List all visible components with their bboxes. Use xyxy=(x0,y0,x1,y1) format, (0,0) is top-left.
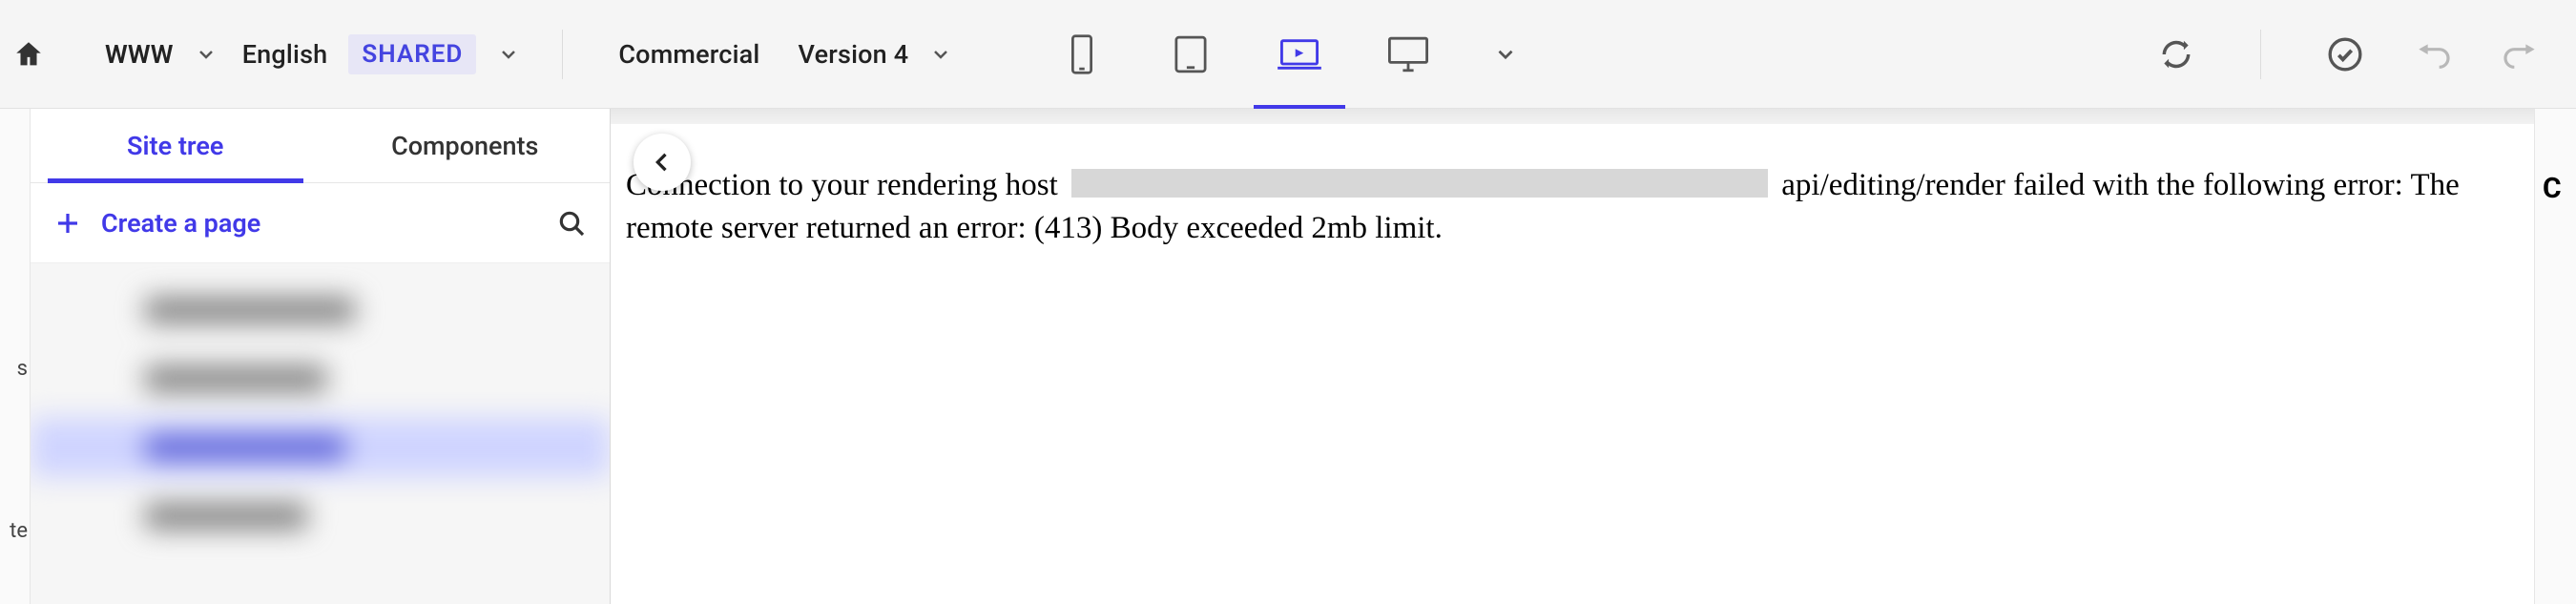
left-panel: Site tree Components Create a page xyxy=(31,109,611,604)
chevron-down-icon xyxy=(493,39,524,70)
redo-icon[interactable] xyxy=(2500,33,2542,75)
search-icon[interactable] xyxy=(556,208,587,239)
home-icon[interactable] xyxy=(11,37,46,72)
device-laptop-icon[interactable] xyxy=(1273,28,1326,81)
shared-selector[interactable]: SHARED xyxy=(348,34,524,74)
approve-check-icon[interactable] xyxy=(2324,33,2366,75)
gutter-char: te xyxy=(10,519,28,543)
toolbar-right-group xyxy=(2155,30,2561,79)
redacted-host xyxy=(1071,169,1768,198)
site-selector[interactable]: WWW xyxy=(105,39,221,70)
create-page-row[interactable]: Create a page xyxy=(31,183,610,263)
tree-item-selected[interactable] xyxy=(31,418,610,477)
toolbar-context-group: Commercial Version 4 xyxy=(618,39,956,70)
chevron-down-icon xyxy=(925,39,956,70)
rail-char: C xyxy=(2543,172,2562,205)
preview-panel: Connection to your rendering host api/ed… xyxy=(611,109,2534,604)
workspace-label[interactable]: Commercial xyxy=(618,39,759,70)
separator xyxy=(562,30,563,79)
undo-icon[interactable] xyxy=(2412,33,2454,75)
site-label: WWW xyxy=(105,39,174,70)
site-tree-area xyxy=(31,263,610,604)
top-toolbar: WWW English SHARED Commercial Version 4 xyxy=(0,0,2576,109)
gutter-char: s xyxy=(17,357,28,381)
device-phone-icon[interactable] xyxy=(1055,28,1109,81)
version-selector[interactable]: Version 4 xyxy=(799,39,957,70)
refresh-icon[interactable] xyxy=(2155,33,2197,75)
version-label: Version 4 xyxy=(799,39,909,70)
toolbar-left-group: WWW English SHARED xyxy=(8,30,580,79)
device-tablet-icon[interactable] xyxy=(1164,28,1217,81)
device-desktop-icon[interactable] xyxy=(1381,28,1435,81)
outer-gutter-clipped: s te xyxy=(0,109,31,604)
chevron-down-icon[interactable] xyxy=(1490,39,1521,70)
language-selector[interactable]: English xyxy=(242,39,328,70)
shared-badge: SHARED xyxy=(348,34,476,74)
panel-top-shadow xyxy=(611,109,2534,124)
render-error-message: Connection to your rendering host api/ed… xyxy=(611,124,2534,249)
back-button[interactable] xyxy=(634,134,691,191)
chevron-down-icon xyxy=(191,39,221,70)
chevron-left-icon xyxy=(649,149,675,176)
create-page-label: Create a page xyxy=(101,208,537,239)
body-row: s te Site tree Components Create a page xyxy=(0,109,2576,604)
site-tree-blurred xyxy=(31,263,610,604)
left-panel-tabs: Site tree Components xyxy=(31,109,610,183)
plus-icon xyxy=(53,209,82,238)
tab-components[interactable]: Components xyxy=(321,109,611,182)
tree-item[interactable] xyxy=(145,487,571,546)
tab-site-tree[interactable]: Site tree xyxy=(31,109,321,182)
right-rail-clipped: C xyxy=(2534,109,2576,604)
error-text-part1: Connection to your rendering host xyxy=(626,168,1058,202)
tree-item[interactable] xyxy=(145,349,571,408)
tree-item[interactable] xyxy=(145,281,571,340)
device-preview-group xyxy=(1055,28,1521,81)
separator xyxy=(2260,30,2261,79)
